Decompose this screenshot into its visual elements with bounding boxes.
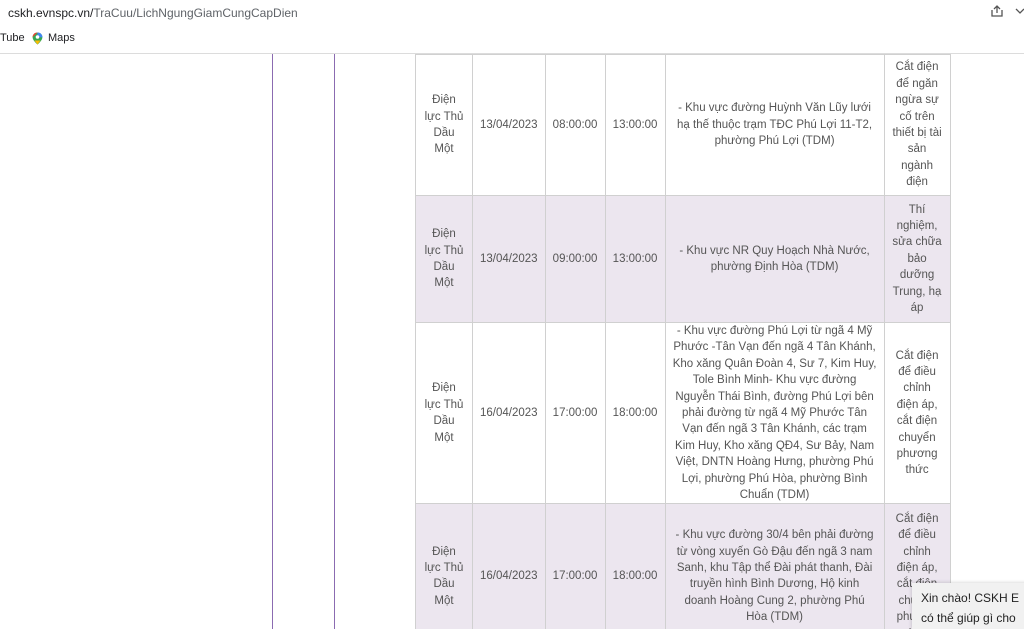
bookmark-youtube[interactable]: Tube [0, 32, 25, 44]
url-path: TraCuu/LichNgungGiamCungCapDien [93, 6, 298, 20]
cell-unit: Điện lực Thủ Dầu Một [415, 195, 473, 323]
url-text[interactable]: cskh.evnspc.vn/TraCuu/LichNgungGiamCungC… [8, 6, 298, 20]
bookmark-maps[interactable]: Maps [31, 32, 75, 45]
cell-date: 16/04/2023 [472, 321, 546, 505]
chat-greeting-continued: có thể giúp gì cho [921, 611, 1016, 625]
cell-area: - Khu vực đường Phú Lợi từ ngã 4 Mỹ Phướ… [664, 321, 885, 505]
table-row: Điện lực Thủ Dầu Một 13/04/2023 08:00:00… [415, 54, 951, 196]
outage-schedule-table: Điện lực Thủ Dầu Một 13/04/2023 08:00:00… [415, 54, 951, 629]
cell-reason: Cắt điện để điều chỉnh điện áp, cắt điện… [883, 321, 951, 505]
cell-unit: Điện lực Thủ Dầu Một [415, 54, 473, 196]
cell-time-from: 17:00:00 [544, 503, 606, 629]
cell-reason: Cắt điện để ngăn ngừa sự cố trên thiết b… [883, 54, 951, 196]
column-divider [334, 54, 335, 629]
table-row: Điện lực Thủ Dầu Một 16/04/2023 17:00:00… [415, 503, 951, 629]
cell-time-to: 18:00:00 [604, 503, 666, 629]
cell-date: 16/04/2023 [472, 503, 546, 629]
cell-date: 13/04/2023 [472, 195, 546, 323]
address-bar[interactable]: cskh.evnspc.vn/TraCuu/LichNgungGiamCungC… [0, 0, 1024, 26]
cell-time-to: 13:00:00 [604, 195, 666, 323]
cell-unit: Điện lực Thủ Dầu Một [415, 321, 473, 505]
chevron-icon[interactable] [1014, 4, 1024, 21]
column-divider [272, 54, 273, 629]
cell-date: 13/04/2023 [472, 54, 546, 196]
bookmark-label: Maps [48, 32, 75, 44]
chat-widget-bubble[interactable]: Xin chào! CSKH E có thể giúp gì cho [912, 583, 1024, 629]
share-icon[interactable] [990, 4, 1004, 21]
maps-icon [31, 32, 43, 45]
cell-area: - Khu vực NR Quy Hoạch Nhà Nước, phường … [664, 195, 885, 323]
cell-time-from: 17:00:00 [544, 321, 606, 505]
cell-unit: Điện lực Thủ Dầu Một [415, 503, 473, 629]
bookmark-label: Tube [0, 32, 25, 44]
cell-time-from: 09:00:00 [544, 195, 606, 323]
chat-greeting: Xin chào! CSKH E [921, 591, 1020, 605]
bookmarks-bar: Tube Maps [0, 26, 1024, 54]
table-row: Điện lực Thủ Dầu Một 16/04/2023 17:00:00… [415, 321, 951, 505]
cell-area: - Khu vực đường Huỳnh Văn Lũy lưới hạ th… [664, 54, 885, 196]
url-host: cskh.evnspc.vn/ [8, 6, 94, 20]
cell-time-to: 13:00:00 [604, 54, 666, 196]
cell-time-from: 08:00:00 [544, 54, 606, 196]
cell-time-to: 18:00:00 [604, 321, 666, 505]
page-content: Điện lực Thủ Dầu Một 13/04/2023 08:00:00… [0, 54, 1024, 629]
table-row: Điện lực Thủ Dầu Một 13/04/2023 09:00:00… [415, 195, 951, 323]
cell-area: - Khu vực đường 30/4 bên phải đường từ v… [664, 503, 885, 629]
cell-reason: Thí nghiệm, sửa chữa bảo dưỡng Trung, hạ… [883, 195, 951, 323]
